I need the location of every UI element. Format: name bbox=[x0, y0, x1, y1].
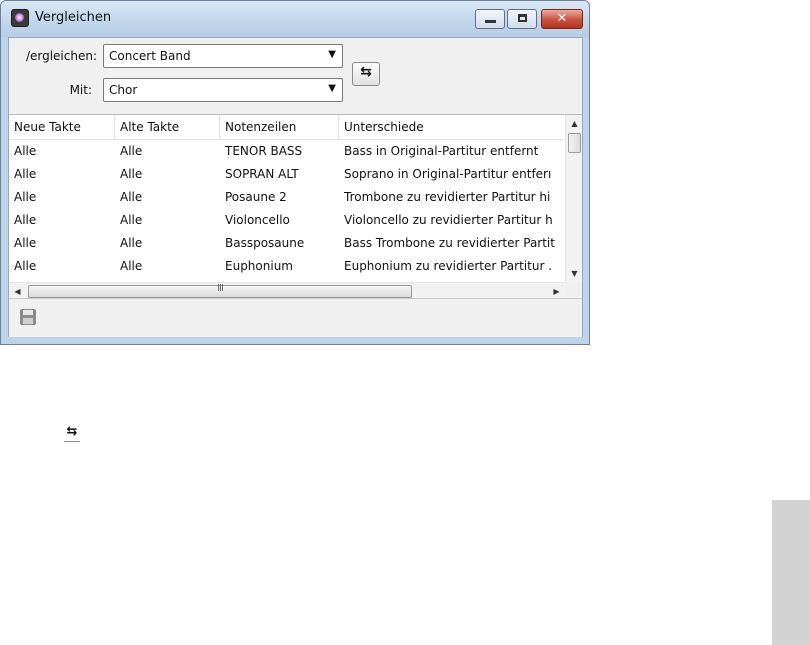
cell-old-bars: Alle bbox=[120, 213, 143, 227]
compare-select-value: Concert Band bbox=[109, 49, 191, 63]
cell-new-bars: Alle bbox=[14, 144, 37, 158]
compare-select[interactable]: Concert Band ▼ bbox=[103, 44, 343, 68]
table-row[interactable]: Alle Alle Posaune 2 Trombone zu revidier… bbox=[9, 186, 564, 209]
minimize-button[interactable] bbox=[475, 9, 505, 29]
scroll-left-icon[interactable]: ◀ bbox=[9, 283, 26, 299]
with-select-value: Chor bbox=[109, 83, 138, 97]
cell-old-bars: Alle bbox=[120, 259, 143, 273]
cell-new-bars: Alle bbox=[14, 190, 37, 204]
maximize-icon bbox=[518, 14, 527, 22]
chevron-down-icon: ▼ bbox=[328, 49, 336, 60]
swap-icon: ⇆ bbox=[360, 64, 372, 80]
bottom-toolbar bbox=[9, 298, 582, 337]
swap-button[interactable]: ⇆ bbox=[352, 62, 380, 86]
cell-old-bars: Alle bbox=[120, 167, 143, 181]
list-rows: Alle Alle TENOR BASS Bass in Original-Pa… bbox=[9, 140, 564, 283]
close-icon: ✕ bbox=[556, 11, 568, 26]
cell-staff: Euphonium bbox=[225, 259, 293, 273]
cell-staff: Violoncello bbox=[225, 213, 290, 227]
window-title: Vergleichen bbox=[35, 10, 112, 25]
cell-difference: Euphonium zu revidierter Partitur . bbox=[344, 259, 553, 273]
swap-icon: ⇆ bbox=[64, 425, 80, 442]
with-label: Mit: bbox=[69, 83, 92, 97]
cell-difference: Soprano in Original-Partitur entferı bbox=[344, 167, 552, 181]
cell-difference: Trombone zu revidierter Partitur hi bbox=[344, 190, 551, 204]
maximize-button[interactable] bbox=[507, 9, 537, 29]
with-select[interactable]: Chor ▼ bbox=[103, 78, 343, 102]
table-row[interactable]: Alle Alle Bassposaune Bass Trombone zu r… bbox=[9, 232, 564, 255]
scrollbar-corner bbox=[565, 282, 582, 299]
table-row[interactable]: Alle Alle TENOR BASS Bass in Original-Pa… bbox=[9, 140, 564, 163]
compare-dialog: Vergleichen ✕ /ergleichen: Concert Band … bbox=[0, 0, 590, 345]
cell-old-bars: Alle bbox=[120, 236, 143, 250]
cell-staff: TENOR BASS bbox=[225, 144, 303, 158]
scroll-grip-icon: III bbox=[217, 283, 224, 294]
title-bar[interactable]: Vergleichen ✕ bbox=[1, 1, 589, 37]
column-header-new-bars[interactable]: Neue Takte bbox=[9, 115, 115, 139]
table-row[interactable]: Alle Alle Violoncello Violoncello zu rev… bbox=[9, 209, 564, 232]
horizontal-scroll-thumb[interactable]: III bbox=[28, 283, 412, 298]
cell-old-bars: Alle bbox=[120, 144, 143, 158]
cell-new-bars: Alle bbox=[14, 259, 37, 273]
scroll-up-icon[interactable]: ▲ bbox=[566, 115, 582, 132]
cell-old-bars: Alle bbox=[120, 190, 143, 204]
vertical-scroll-thumb[interactable] bbox=[568, 133, 581, 153]
scroll-down-icon[interactable]: ▼ bbox=[566, 265, 582, 282]
save-button[interactable] bbox=[16, 305, 40, 329]
list-header: Neue Takte Alte Takte Notenzeilen Unters… bbox=[9, 115, 564, 140]
column-header-old-bars[interactable]: Alte Takte bbox=[115, 115, 220, 139]
cell-difference: Bass in Original-Partitur entfernt bbox=[344, 144, 539, 158]
minimize-icon bbox=[485, 20, 496, 23]
chevron-down-icon: ▼ bbox=[328, 83, 336, 94]
scroll-right-icon[interactable]: ▶ bbox=[548, 283, 565, 299]
table-row[interactable]: Alle Alle SOPRAN ALT Soprano in Original… bbox=[9, 163, 564, 186]
vertical-scrollbar[interactable]: ▲ ▼ bbox=[565, 115, 582, 282]
compare-label: /ergleichen: bbox=[25, 49, 97, 63]
cell-staff: Posaune 2 bbox=[225, 190, 287, 204]
dialog-content: /ergleichen: Concert Band ▼ Mit: Chor ▼ … bbox=[8, 37, 583, 337]
save-icon bbox=[20, 309, 36, 325]
cell-new-bars: Alle bbox=[14, 167, 37, 181]
app-icon bbox=[11, 9, 29, 27]
column-header-staves[interactable]: Notenzeilen bbox=[220, 115, 339, 139]
cell-new-bars: Alle bbox=[14, 236, 37, 250]
column-header-differences[interactable]: Unterschiede bbox=[339, 115, 564, 139]
cell-staff: Bassposaune bbox=[225, 236, 305, 250]
cell-staff: SOPRAN ALT bbox=[225, 167, 299, 181]
cell-difference: Bass Trombone zu revidierter Partit bbox=[344, 236, 555, 250]
cell-new-bars: Alle bbox=[14, 213, 37, 227]
side-tab bbox=[772, 500, 810, 645]
table-row[interactable]: Alle Alle Euphonium Euphonium zu revidie… bbox=[9, 255, 564, 278]
horizontal-scrollbar[interactable]: ◀ III ▶ bbox=[9, 282, 565, 299]
close-button[interactable]: ✕ bbox=[541, 9, 583, 29]
cell-difference: Violoncello zu revidierter Partitur h bbox=[344, 213, 553, 227]
differences-list[interactable]: Neue Takte Alte Takte Notenzeilen Unters… bbox=[9, 114, 582, 299]
